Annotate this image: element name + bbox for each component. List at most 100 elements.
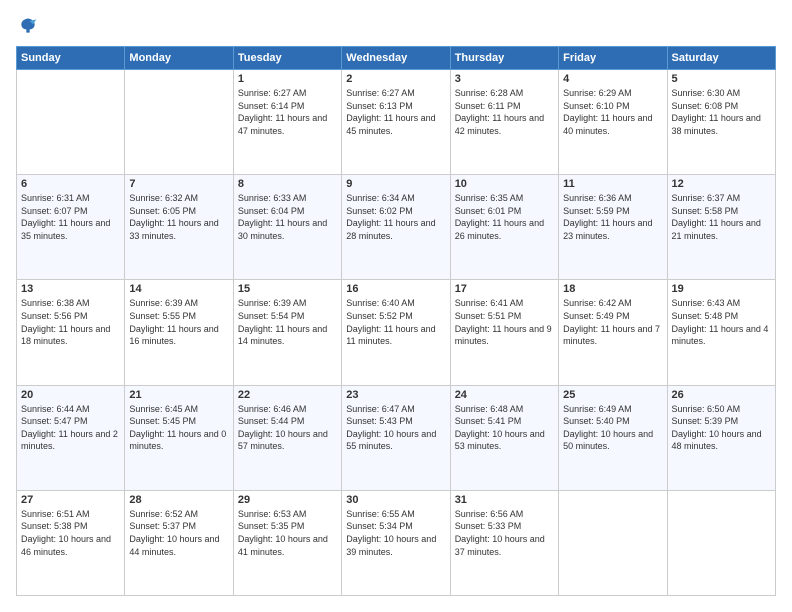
calendar-cell: 12 Sunrise: 6:37 AMSunset: 5:58 PMDaylig…	[667, 175, 775, 280]
logo-bird-icon	[18, 16, 38, 36]
calendar-cell: 5 Sunrise: 6:30 AMSunset: 6:08 PMDayligh…	[667, 70, 775, 175]
cell-info: Sunrise: 6:29 AMSunset: 6:10 PMDaylight:…	[563, 88, 652, 136]
cell-info: Sunrise: 6:28 AMSunset: 6:11 PMDaylight:…	[455, 88, 544, 136]
cell-info: Sunrise: 6:45 AMSunset: 5:45 PMDaylight:…	[129, 404, 226, 452]
calendar-cell: 19 Sunrise: 6:43 AMSunset: 5:48 PMDaylig…	[667, 280, 775, 385]
cell-info: Sunrise: 6:34 AMSunset: 6:02 PMDaylight:…	[346, 193, 435, 241]
day-number: 19	[672, 283, 771, 295]
cell-info: Sunrise: 6:33 AMSunset: 6:04 PMDaylight:…	[238, 193, 327, 241]
day-number: 11	[563, 178, 662, 190]
day-number: 8	[238, 178, 337, 190]
day-number: 13	[21, 283, 120, 295]
calendar-cell	[17, 70, 125, 175]
day-number: 25	[563, 389, 662, 401]
calendar-body: 1 Sunrise: 6:27 AMSunset: 6:14 PMDayligh…	[17, 70, 776, 596]
day-number: 1	[238, 73, 337, 85]
calendar-cell: 21 Sunrise: 6:45 AMSunset: 5:45 PMDaylig…	[125, 385, 233, 490]
day-number: 27	[21, 494, 120, 506]
calendar-cell	[559, 490, 667, 595]
day-number: 18	[563, 283, 662, 295]
day-number: 5	[672, 73, 771, 85]
day-number: 31	[455, 494, 554, 506]
calendar: SundayMondayTuesdayWednesdayThursdayFrid…	[16, 46, 776, 596]
calendar-cell: 11 Sunrise: 6:36 AMSunset: 5:59 PMDaylig…	[559, 175, 667, 280]
calendar-cell: 22 Sunrise: 6:46 AMSunset: 5:44 PMDaylig…	[233, 385, 341, 490]
day-number: 30	[346, 494, 445, 506]
day-number: 24	[455, 389, 554, 401]
calendar-week-row: 27 Sunrise: 6:51 AMSunset: 5:38 PMDaylig…	[17, 490, 776, 595]
day-number: 21	[129, 389, 228, 401]
day-number: 23	[346, 389, 445, 401]
day-number: 7	[129, 178, 228, 190]
day-number: 15	[238, 283, 337, 295]
calendar-week-row: 6 Sunrise: 6:31 AMSunset: 6:07 PMDayligh…	[17, 175, 776, 280]
calendar-cell	[667, 490, 775, 595]
weekday-header: Saturday	[667, 47, 775, 70]
calendar-cell: 15 Sunrise: 6:39 AMSunset: 5:54 PMDaylig…	[233, 280, 341, 385]
day-number: 16	[346, 283, 445, 295]
day-number: 26	[672, 389, 771, 401]
calendar-header-row: SundayMondayTuesdayWednesdayThursdayFrid…	[17, 47, 776, 70]
cell-info: Sunrise: 6:43 AMSunset: 5:48 PMDaylight:…	[672, 298, 769, 346]
calendar-cell: 4 Sunrise: 6:29 AMSunset: 6:10 PMDayligh…	[559, 70, 667, 175]
cell-info: Sunrise: 6:41 AMSunset: 5:51 PMDaylight:…	[455, 298, 552, 346]
calendar-cell: 23 Sunrise: 6:47 AMSunset: 5:43 PMDaylig…	[342, 385, 450, 490]
cell-info: Sunrise: 6:27 AMSunset: 6:14 PMDaylight:…	[238, 88, 327, 136]
calendar-cell: 31 Sunrise: 6:56 AMSunset: 5:33 PMDaylig…	[450, 490, 558, 595]
calendar-cell: 25 Sunrise: 6:49 AMSunset: 5:40 PMDaylig…	[559, 385, 667, 490]
cell-info: Sunrise: 6:39 AMSunset: 5:54 PMDaylight:…	[238, 298, 327, 346]
calendar-cell: 26 Sunrise: 6:50 AMSunset: 5:39 PMDaylig…	[667, 385, 775, 490]
cell-info: Sunrise: 6:40 AMSunset: 5:52 PMDaylight:…	[346, 298, 435, 346]
calendar-cell: 3 Sunrise: 6:28 AMSunset: 6:11 PMDayligh…	[450, 70, 558, 175]
calendar-week-row: 13 Sunrise: 6:38 AMSunset: 5:56 PMDaylig…	[17, 280, 776, 385]
weekday-header: Monday	[125, 47, 233, 70]
day-number: 3	[455, 73, 554, 85]
cell-info: Sunrise: 6:49 AMSunset: 5:40 PMDaylight:…	[563, 404, 653, 452]
calendar-cell: 8 Sunrise: 6:33 AMSunset: 6:04 PMDayligh…	[233, 175, 341, 280]
calendar-cell: 2 Sunrise: 6:27 AMSunset: 6:13 PMDayligh…	[342, 70, 450, 175]
day-number: 12	[672, 178, 771, 190]
cell-info: Sunrise: 6:31 AMSunset: 6:07 PMDaylight:…	[21, 193, 110, 241]
day-number: 6	[21, 178, 120, 190]
cell-info: Sunrise: 6:56 AMSunset: 5:33 PMDaylight:…	[455, 509, 545, 557]
cell-info: Sunrise: 6:32 AMSunset: 6:05 PMDaylight:…	[129, 193, 218, 241]
day-number: 9	[346, 178, 445, 190]
cell-info: Sunrise: 6:52 AMSunset: 5:37 PMDaylight:…	[129, 509, 219, 557]
cell-info: Sunrise: 6:50 AMSunset: 5:39 PMDaylight:…	[672, 404, 762, 452]
calendar-cell	[125, 70, 233, 175]
cell-info: Sunrise: 6:46 AMSunset: 5:44 PMDaylight:…	[238, 404, 328, 452]
cell-info: Sunrise: 6:35 AMSunset: 6:01 PMDaylight:…	[455, 193, 544, 241]
cell-info: Sunrise: 6:27 AMSunset: 6:13 PMDaylight:…	[346, 88, 435, 136]
page: SundayMondayTuesdayWednesdayThursdayFrid…	[0, 0, 792, 612]
logo	[16, 16, 38, 36]
calendar-week-row: 20 Sunrise: 6:44 AMSunset: 5:47 PMDaylig…	[17, 385, 776, 490]
cell-info: Sunrise: 6:38 AMSunset: 5:56 PMDaylight:…	[21, 298, 110, 346]
calendar-cell: 18 Sunrise: 6:42 AMSunset: 5:49 PMDaylig…	[559, 280, 667, 385]
day-number: 17	[455, 283, 554, 295]
cell-info: Sunrise: 6:48 AMSunset: 5:41 PMDaylight:…	[455, 404, 545, 452]
weekday-header: Tuesday	[233, 47, 341, 70]
calendar-cell: 9 Sunrise: 6:34 AMSunset: 6:02 PMDayligh…	[342, 175, 450, 280]
cell-info: Sunrise: 6:53 AMSunset: 5:35 PMDaylight:…	[238, 509, 328, 557]
calendar-cell: 28 Sunrise: 6:52 AMSunset: 5:37 PMDaylig…	[125, 490, 233, 595]
day-number: 28	[129, 494, 228, 506]
calendar-cell: 14 Sunrise: 6:39 AMSunset: 5:55 PMDaylig…	[125, 280, 233, 385]
calendar-cell: 7 Sunrise: 6:32 AMSunset: 6:05 PMDayligh…	[125, 175, 233, 280]
cell-info: Sunrise: 6:42 AMSunset: 5:49 PMDaylight:…	[563, 298, 660, 346]
calendar-cell: 1 Sunrise: 6:27 AMSunset: 6:14 PMDayligh…	[233, 70, 341, 175]
weekday-header: Thursday	[450, 47, 558, 70]
weekday-header: Wednesday	[342, 47, 450, 70]
cell-info: Sunrise: 6:37 AMSunset: 5:58 PMDaylight:…	[672, 193, 761, 241]
cell-info: Sunrise: 6:30 AMSunset: 6:08 PMDaylight:…	[672, 88, 761, 136]
calendar-week-row: 1 Sunrise: 6:27 AMSunset: 6:14 PMDayligh…	[17, 70, 776, 175]
weekday-header: Friday	[559, 47, 667, 70]
day-number: 2	[346, 73, 445, 85]
day-number: 4	[563, 73, 662, 85]
cell-info: Sunrise: 6:39 AMSunset: 5:55 PMDaylight:…	[129, 298, 218, 346]
cell-info: Sunrise: 6:36 AMSunset: 5:59 PMDaylight:…	[563, 193, 652, 241]
calendar-cell: 6 Sunrise: 6:31 AMSunset: 6:07 PMDayligh…	[17, 175, 125, 280]
day-number: 20	[21, 389, 120, 401]
header	[16, 16, 776, 36]
cell-info: Sunrise: 6:51 AMSunset: 5:38 PMDaylight:…	[21, 509, 111, 557]
calendar-cell: 30 Sunrise: 6:55 AMSunset: 5:34 PMDaylig…	[342, 490, 450, 595]
